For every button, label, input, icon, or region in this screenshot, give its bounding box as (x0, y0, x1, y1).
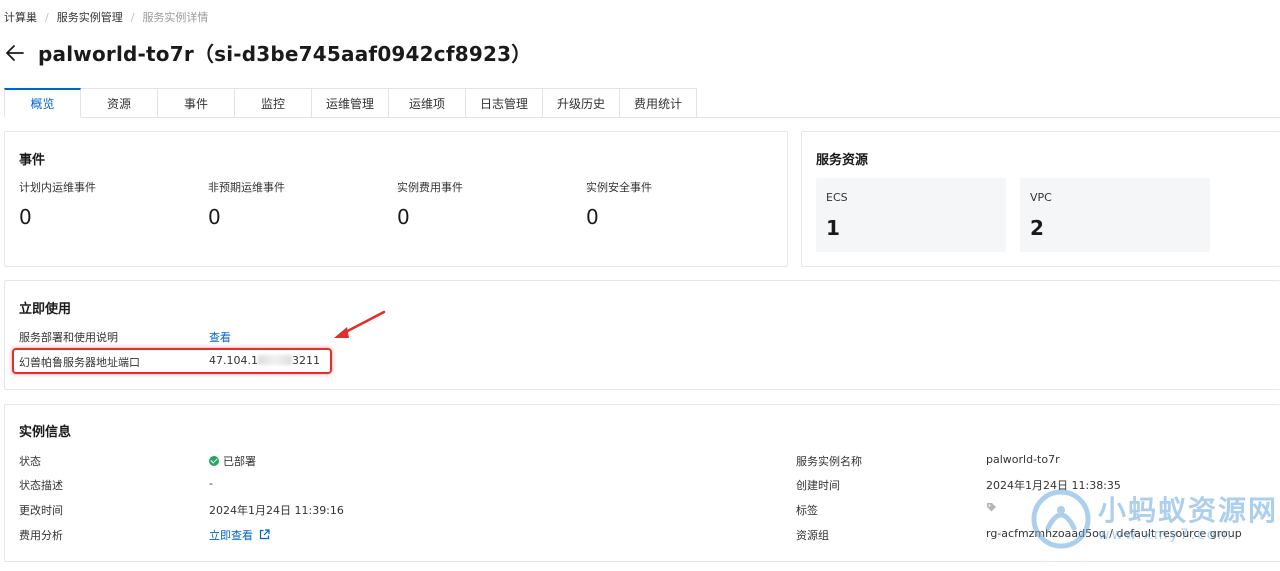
tab-upgrade-history[interactable]: 升级历史 (543, 88, 620, 118)
resource-vpc[interactable]: VPC 2 (1020, 178, 1210, 252)
resource-count: 1 (826, 216, 840, 240)
event-security[interactable]: 实例安全事件 0 (586, 179, 766, 229)
tab-monitoring[interactable]: 监控 (235, 88, 312, 118)
events-title: 事件 (19, 153, 46, 168)
instance-name-value: palworld-to7r (986, 453, 1060, 466)
cost-analysis-link-text[interactable]: 立即查看 (209, 529, 253, 542)
tab-resources[interactable]: 资源 (81, 88, 158, 118)
tab-ops-management[interactable]: 运维管理 (312, 88, 389, 118)
instance-info-title: 实例信息 (19, 425, 72, 440)
resource-label: ECS (826, 191, 848, 204)
created-time-label: 创建时间 (796, 479, 840, 492)
event-count: 0 (397, 205, 410, 229)
check-circle-icon (209, 456, 219, 466)
breadcrumb-current: 服务实例详情 (142, 11, 209, 24)
breadcrumb: 计算巢 / 服务实例管理 / 服务实例详情 (4, 9, 208, 25)
modified-time-value: 2024年1月24日 11:39:16 (209, 504, 344, 517)
resource-label: VPC (1030, 191, 1052, 204)
event-label: 实例安全事件 (586, 181, 652, 194)
deploy-guide-link[interactable]: 查看 (209, 329, 231, 345)
tab-ops-items[interactable]: 运维项 (389, 88, 466, 118)
breadcrumb-compute-nest[interactable]: 计算巢 (4, 9, 37, 25)
tab-cost-statistics[interactable]: 费用统计 (620, 88, 697, 118)
tab-events[interactable]: 事件 (158, 88, 235, 118)
status-value: 已部署 (209, 453, 256, 469)
event-cost[interactable]: 实例费用事件 0 (397, 179, 577, 229)
breadcrumb-separator: / (45, 10, 49, 24)
back-arrow-icon[interactable] (4, 42, 26, 64)
cost-analysis-label: 费用分析 (19, 529, 63, 542)
watermark: 小蚂蚁资源网 www.xmy7.com (1030, 488, 1278, 550)
external-link-icon[interactable] (259, 529, 270, 540)
events-card: 事件 计划内运维事件 0 非预期运维事件 0 实例费用事件 0 实例安全事件 0 (4, 131, 788, 267)
resource-count: 2 (1030, 216, 1044, 240)
event-count: 0 (208, 205, 221, 229)
resource-ecs[interactable]: ECS 1 (816, 178, 1006, 252)
service-resources-title: 服务资源 (816, 153, 869, 168)
tags-value[interactable] (986, 502, 997, 515)
service-resources-card: 服务资源 ECS 1 VPC 2 (801, 131, 1280, 267)
tag-icon[interactable] (986, 502, 997, 513)
annotation-arrow-icon (334, 310, 386, 338)
breadcrumb-separator: / (130, 10, 135, 24)
title-row: palworld-to7r（si-d3be745aaf0942cf8923） (4, 38, 531, 67)
watermark-logo-icon (1031, 489, 1091, 549)
deploy-guide-label: 服务部署和使用说明 (19, 331, 118, 344)
breadcrumb-service-instances[interactable]: 服务实例管理 (57, 9, 123, 25)
cost-analysis-link[interactable]: 立即查看 (209, 527, 270, 543)
highlight-box (12, 348, 332, 374)
event-label: 计划内运维事件 (19, 181, 96, 194)
tab-divider (692, 117, 1280, 118)
quick-use-title: 立即使用 (19, 302, 72, 317)
event-planned[interactable]: 计划内运维事件 0 (19, 179, 199, 229)
tab-bar: 概览 资源 事件 监控 运维管理 运维项 日志管理 升级历史 费用统计 (4, 88, 697, 118)
event-label: 非预期运维事件 (208, 181, 285, 194)
status-desc-value: - (209, 477, 213, 490)
status-desc-label: 状态描述 (19, 479, 63, 492)
page-title: palworld-to7r（si-d3be745aaf0942cf8923） (38, 42, 532, 66)
resource-group-label: 资源组 (796, 529, 829, 542)
modified-time-label: 更改时间 (19, 504, 63, 517)
tags-label: 标签 (796, 504, 818, 517)
event-label: 实例费用事件 (397, 181, 463, 194)
watermark-text: 小蚂蚁资源网 (1098, 494, 1279, 527)
instance-name-label: 服务实例名称 (796, 455, 862, 468)
event-count: 0 (19, 205, 32, 229)
tab-log-management[interactable]: 日志管理 (466, 88, 543, 118)
tab-overview[interactable]: 概览 (4, 88, 81, 118)
watermark-url: www.xmy7.com (1098, 527, 1233, 543)
status-label: 状态 (19, 455, 41, 468)
status-text: 已部署 (223, 455, 256, 468)
event-count: 0 (586, 205, 599, 229)
event-unplanned[interactable]: 非预期运维事件 0 (208, 179, 388, 229)
